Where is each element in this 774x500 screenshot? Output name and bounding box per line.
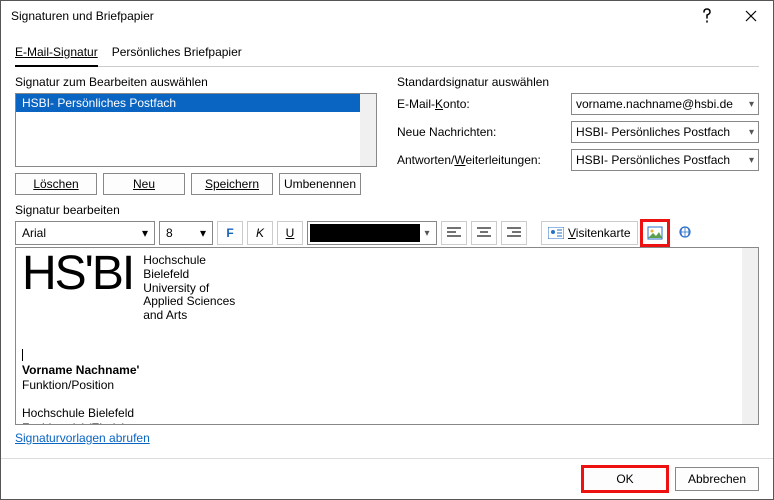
- tab-email-signature[interactable]: E-Mail-Signatur: [15, 41, 98, 67]
- email-account-value: vorname.nachname@hsbi.de: [576, 97, 733, 111]
- dialog: Signaturen und Briefpapier E-Mail-Signat…: [0, 0, 774, 500]
- hsbi-logo: HS'BI: [22, 250, 133, 298]
- default-signature-label: Standardsignatur auswählen: [397, 75, 759, 89]
- content: E-Mail-Signatur Persönliches Briefpapier…: [1, 31, 773, 458]
- new-messages-value: HSBI- Persönliches Postfach: [576, 125, 730, 139]
- logo-row: HS'BI Hochschule Bielefeld University of…: [22, 250, 752, 323]
- italic-button[interactable]: K: [247, 221, 273, 245]
- underline-button[interactable]: U: [277, 221, 303, 245]
- image-icon: [647, 226, 663, 240]
- templates-link[interactable]: Signaturvorlagen abrufen: [15, 431, 759, 445]
- bold-button[interactable]: F: [217, 221, 243, 245]
- chevron-down-icon: ▾: [420, 228, 434, 239]
- default-signature-group: Standardsignatur auswählen E-Mail-Konto:…: [397, 75, 759, 195]
- sig-org: Hochschule Bielefeld: [22, 406, 752, 422]
- new-messages-label: Neue Nachrichten:: [397, 125, 565, 139]
- rename-button[interactable]: Umbenennen: [279, 173, 361, 195]
- font-color-combo[interactable]: ▾: [307, 221, 437, 245]
- color-swatch: [310, 224, 420, 242]
- email-account-label: E-Mail-Konto:: [397, 97, 565, 111]
- tab-stationery[interactable]: Persönliches Briefpapier: [112, 41, 242, 66]
- toolbar: Arial ▾ 8 ▾ F K U ▾: [15, 221, 759, 245]
- select-signature-group: Signatur zum Bearbeiten auswählen HSBI- …: [15, 75, 377, 195]
- font-size-value: 8: [166, 226, 173, 240]
- new-messages-combo[interactable]: HSBI- Persönliches Postfach ▾: [571, 121, 759, 143]
- save-button[interactable]: Speichern: [191, 173, 273, 195]
- dialog-title: Signaturen und Briefpapier: [11, 9, 685, 23]
- chevron-down-icon: ▾: [749, 127, 754, 138]
- align-right-button[interactable]: [501, 221, 527, 245]
- align-left-button[interactable]: [441, 221, 467, 245]
- email-account-combo[interactable]: vorname.nachname@hsbi.de ▾: [571, 93, 759, 115]
- new-button[interactable]: Neu: [103, 173, 185, 195]
- help-button[interactable]: [685, 1, 729, 31]
- sig-name: Vorname Nachname': [22, 363, 752, 379]
- font-name-value: Arial: [22, 226, 46, 240]
- edit-signature-label: Signatur bearbeiten: [15, 203, 759, 217]
- chevron-down-icon: ▾: [749, 155, 754, 166]
- logo-subtitle: Hochschule Bielefeld University of Appli…: [143, 254, 235, 323]
- text-cursor: [22, 349, 23, 361]
- close-button[interactable]: [729, 1, 773, 31]
- signature-editor[interactable]: HS'BI Hochschule Bielefeld University of…: [15, 247, 759, 425]
- delete-button[interactable]: Löschen: [15, 173, 97, 195]
- top-row: Signatur zum Bearbeiten auswählen HSBI- …: [15, 75, 759, 195]
- insert-link-button[interactable]: [672, 221, 698, 245]
- sig-dept: Fachbereich/Einrichtung: [22, 421, 752, 425]
- signature-listbox[interactable]: HSBI- Persönliches Postfach: [15, 93, 377, 167]
- listbox-scrollbar[interactable]: [360, 94, 376, 166]
- signature-buttons: Löschen Neu Speichern Umbenennen: [15, 173, 377, 195]
- ok-button[interactable]: OK: [583, 467, 667, 491]
- select-signature-label: Signatur zum Bearbeiten auswählen: [15, 75, 377, 89]
- font-name-combo[interactable]: Arial ▾: [15, 221, 155, 245]
- chevron-down-icon: ▾: [200, 226, 206, 240]
- card-icon: [548, 227, 564, 239]
- chevron-down-icon: ▾: [142, 226, 148, 240]
- titlebar: Signaturen und Briefpapier: [1, 1, 773, 31]
- cancel-button[interactable]: Abbrechen: [675, 467, 759, 491]
- chevron-down-icon: ▾: [749, 99, 754, 110]
- editor-scrollbar[interactable]: [742, 248, 758, 424]
- sig-function: Funktion/Position: [22, 378, 752, 394]
- signature-body: Vorname Nachname' Funktion/Position Hoch…: [22, 347, 752, 425]
- replies-combo[interactable]: HSBI- Persönliches Postfach ▾: [571, 149, 759, 171]
- link-icon: [676, 226, 694, 240]
- signature-item[interactable]: HSBI- Persönliches Postfach: [16, 94, 376, 112]
- font-size-combo[interactable]: 8 ▾: [159, 221, 213, 245]
- tabs: E-Mail-Signatur Persönliches Briefpapier: [15, 41, 759, 67]
- insert-image-button[interactable]: [642, 221, 668, 245]
- replies-label: Antworten/Weiterleitungen:: [397, 153, 565, 167]
- align-center-button[interactable]: [471, 221, 497, 245]
- replies-value: HSBI- Persönliches Postfach: [576, 153, 730, 167]
- business-card-button[interactable]: Visitenkarte: [541, 221, 638, 245]
- footer: OK Abbrechen: [1, 458, 773, 499]
